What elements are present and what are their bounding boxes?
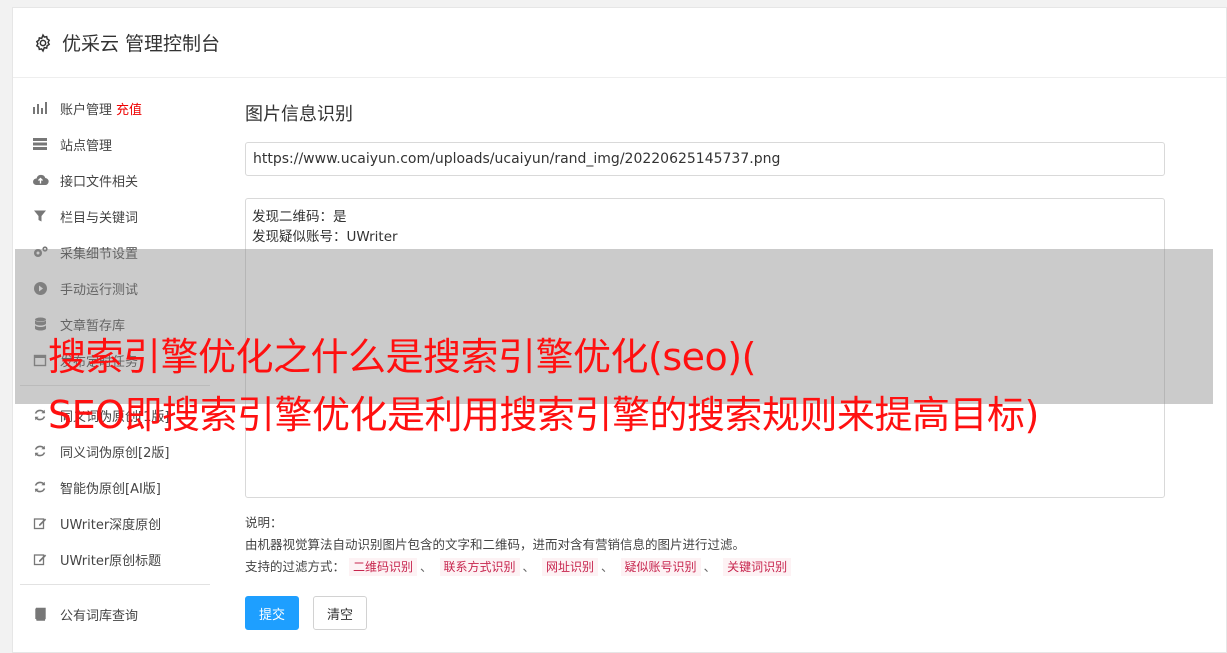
cloud-upload-icon <box>31 172 49 188</box>
sidebar-item-label: UWriter深度原创 <box>60 517 162 533</box>
result-line: 发现疑似账号：UWriter <box>252 229 398 245</box>
filter-separator: 、 <box>601 559 614 574</box>
overlay-line: SEO即搜索引擎优化是利用搜索引擎的搜索规则来提高目标) <box>48 393 1039 437</box>
sidebar-item-label: 同义词伪原创[2版] <box>60 445 170 461</box>
refresh-icon <box>31 479 49 495</box>
notes-section: 说明： 由机器视觉算法自动识别图片包含的文字和二维码，进而对含有营销信息的图片进… <box>245 512 1165 578</box>
filter-separator: 、 <box>522 559 536 574</box>
filter-icon <box>31 208 49 224</box>
sidebar-item-columns-keywords[interactable]: 栏目与关键词 <box>20 198 210 234</box>
watermark-overlay-text: 搜索引擎优化之什么是搜索引擎优化(seo)( SEO即搜索引擎优化是利用搜索引擎… <box>48 328 1218 444</box>
sidebar-item-sites[interactable]: 站点管理 <box>20 126 210 162</box>
refresh-icon <box>31 407 49 423</box>
refresh-icon <box>31 443 49 459</box>
filter-tag: 网址识别 <box>542 558 599 576</box>
filter-separator: 、 <box>703 559 717 574</box>
bar-chart-icon <box>31 100 49 116</box>
edit-icon <box>31 551 49 567</box>
clear-button[interactable]: 清空 <box>313 596 367 630</box>
filter-label: 支持的过滤方式： <box>245 559 346 574</box>
notes-text: 由机器视觉算法自动识别图片包含的文字和二维码，进而对含有营销信息的图片进行过滤。 <box>245 537 746 552</box>
server-icon <box>31 136 49 152</box>
gear-icon <box>35 32 51 53</box>
console-title: 优采云 管理控制台 <box>62 33 221 55</box>
sidebar-item-label: 接口文件相关 <box>60 174 139 190</box>
sidebar-item-label: 智能伪原创[AI版] <box>60 481 161 497</box>
image-url-input[interactable] <box>245 142 1165 176</box>
book-icon <box>31 606 49 622</box>
result-line: 发现二维码：是 <box>252 209 347 225</box>
filter-tag: 关键词识别 <box>723 558 792 576</box>
form-actions: 提交 清空 <box>245 596 1165 630</box>
sidebar-item-public-dictionary[interactable]: 公有词库查询 <box>20 596 210 632</box>
notes-label: 说明： <box>245 515 283 530</box>
sidebar-item-label: 栏目与关键词 <box>60 210 139 226</box>
sidebar-item-label: 站点管理 <box>60 138 113 154</box>
filter-tag: 疑似账号识别 <box>620 558 701 576</box>
sidebar-item-label: 公有词库查询 <box>60 608 139 624</box>
recharge-link[interactable]: 充值 <box>116 99 142 118</box>
page-title: 图片信息识别 <box>245 104 353 125</box>
submit-button[interactable]: 提交 <box>245 596 299 630</box>
sidebar-item-uwriter-title[interactable]: UWriter原创标题 <box>20 541 210 577</box>
sidebar-item-api-files[interactable]: 接口文件相关 <box>20 162 210 198</box>
filter-tag: 联系方式识别 <box>439 558 520 576</box>
sidebar-item-label: UWriter原创标题 <box>60 553 162 569</box>
sidebar-item-label: 账户管理 <box>60 102 113 118</box>
filter-methods: 支持的过滤方式： 二维码识别、 联系方式识别、 网址识别、 疑似账号识别、 关键… <box>245 556 1165 578</box>
sidebar-item-ai-rewrite[interactable]: 智能伪原创[AI版] <box>20 469 210 505</box>
filter-separator: 、 <box>420 559 433 574</box>
filter-tag: 二维码识别 <box>349 558 418 576</box>
sidebar-item-account[interactable]: 账户管理 充值 <box>20 90 210 126</box>
sidebar-divider <box>20 584 210 585</box>
edit-icon <box>31 515 49 531</box>
console-header: 优采云 管理控制台 <box>13 8 1226 78</box>
overlay-line: 搜索引擎优化之什么是搜索引擎优化(seo)( <box>48 335 756 379</box>
sidebar-item-uwriter-deep[interactable]: UWriter深度原创 <box>20 505 210 541</box>
